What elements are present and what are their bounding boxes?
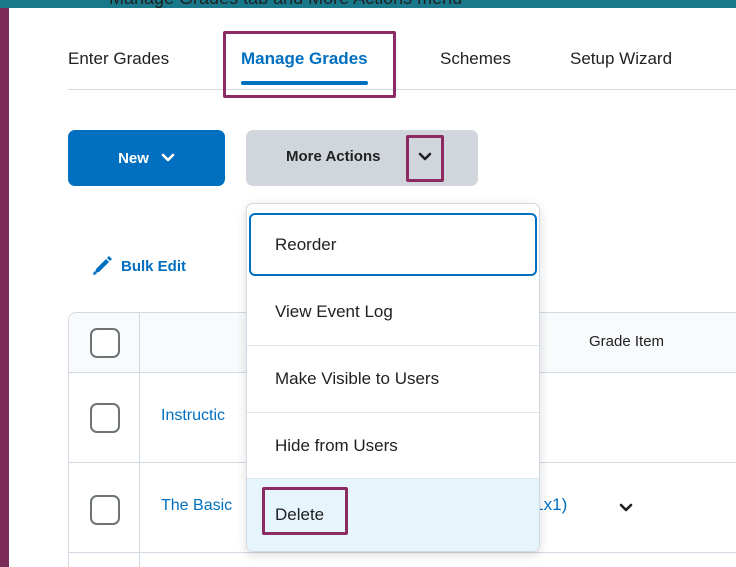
- tab-bar: Enter Grades Manage Grades Schemes Setup…: [68, 30, 736, 90]
- more-actions-label: More Actions: [286, 148, 381, 165]
- menu-item-label: Hide from Users: [275, 435, 398, 455]
- grade-item-link[interactable]: The Basic: [161, 497, 232, 515]
- tab-setup-wizard[interactable]: Setup Wizard: [570, 30, 672, 88]
- row-checkbox[interactable]: [90, 403, 120, 433]
- chevron-down-icon: [664, 281, 678, 291]
- more-actions-chevron-icon: [418, 152, 432, 161]
- chevron-down-icon[interactable]: [619, 503, 633, 513]
- tab-manage-grades[interactable]: Manage Grades: [241, 30, 368, 88]
- grade-item-link[interactable]: Instructic: [161, 407, 225, 425]
- new-button-label: New: [118, 149, 149, 167]
- menu-item-label: Delete: [275, 505, 325, 524]
- grade-item-column-header: Grade Item: [589, 333, 665, 350]
- caption-text: Manage Grades tab and More Actions menu: [109, 0, 462, 8]
- menu-item-view-event-log[interactable]: View Event Log: [247, 278, 539, 346]
- more-actions-menu: Reorder View Event Log Make Visible to U…: [246, 203, 540, 552]
- more-actions-button[interactable]: More Actions: [246, 130, 478, 186]
- menu-item-delete[interactable]: Delete: [247, 479, 539, 551]
- caption-strip: Manage Grades tab and More Actions menu: [9, 0, 736, 8]
- menu-item-hide-from-users[interactable]: Hide from Users: [247, 413, 539, 479]
- tab-schemes[interactable]: Schemes: [440, 30, 511, 88]
- menu-item-reorder[interactable]: Reorder: [249, 213, 537, 276]
- tab-enter-grades[interactable]: Enter Grades: [68, 30, 169, 88]
- menu-item-make-visible[interactable]: Make Visible to Users: [247, 346, 539, 413]
- row-checkbox[interactable]: [90, 495, 120, 525]
- left-frame-border: [0, 0, 9, 567]
- bulk-edit-label: Bulk Edit: [121, 257, 187, 275]
- column-divider: [139, 313, 140, 567]
- menu-item-label: View Event Log: [275, 301, 393, 321]
- new-button[interactable]: New: [68, 130, 225, 186]
- bulk-edit-button[interactable]: Bulk Edit: [92, 256, 186, 276]
- chevron-down-icon: [161, 153, 175, 162]
- select-all-checkbox[interactable]: [90, 328, 120, 358]
- menu-item-label: Reorder: [275, 234, 337, 254]
- pencil-icon: [93, 256, 112, 275]
- menu-item-label: Make Visible to Users: [275, 369, 440, 388]
